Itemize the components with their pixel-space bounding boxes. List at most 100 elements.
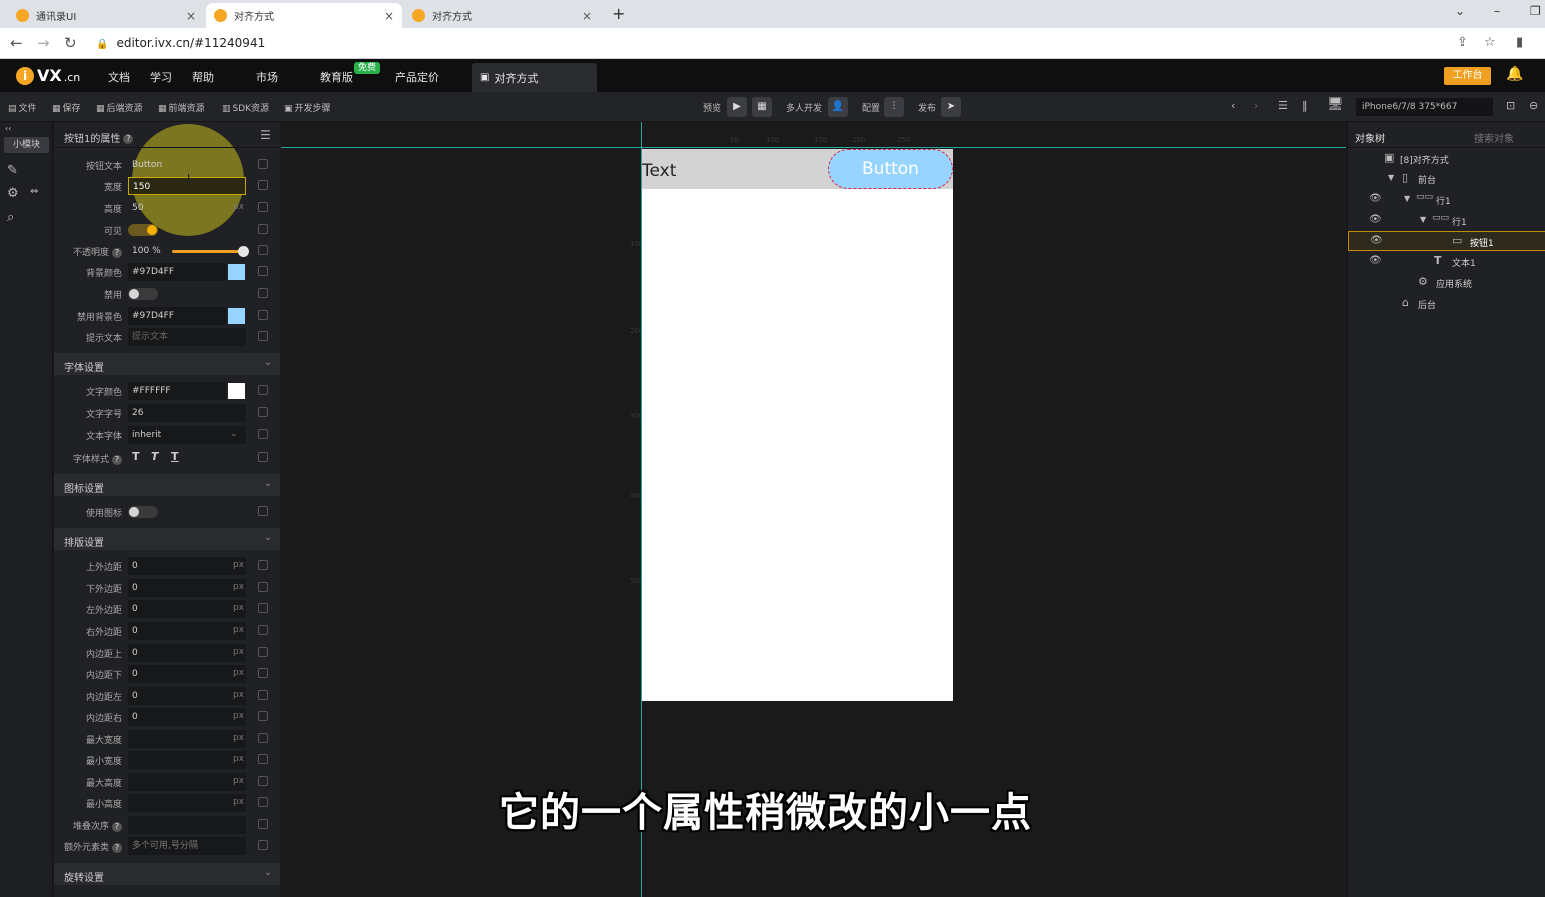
copy-icon[interactable]: [258, 711, 268, 721]
align-icon[interactable]: ☰: [1278, 99, 1288, 112]
copy-icon[interactable]: [258, 625, 268, 635]
copy-icon[interactable]: [258, 180, 268, 190]
close-icon[interactable]: ×: [384, 9, 394, 23]
menu-learn[interactable]: 学习: [150, 69, 172, 85]
text-element[interactable]: Text: [642, 161, 676, 181]
help-icon[interactable]: ?: [112, 842, 122, 853]
eye-icon[interactable]: 👁: [1369, 214, 1382, 225]
copy-icon[interactable]: [258, 266, 268, 276]
margin-left-input[interactable]: 0: [128, 600, 246, 618]
section-layout-settings[interactable]: 排版设置 ⌄: [54, 528, 280, 550]
copy-icon[interactable]: [258, 331, 268, 341]
copy-icon[interactable]: [258, 310, 268, 320]
font-family-select[interactable]: inherit: [128, 426, 246, 444]
italic-button[interactable]: T: [151, 450, 159, 463]
slider-handle[interactable]: [238, 246, 249, 257]
padding-left-input[interactable]: 0: [128, 687, 246, 705]
toolbar-save[interactable]: ▦ 保存: [52, 101, 81, 114]
eye-icon[interactable]: 👁: [1369, 255, 1382, 266]
margin-bottom-input[interactable]: 0: [128, 579, 246, 597]
copy-icon[interactable]: [258, 224, 268, 234]
section-rotate-settings[interactable]: 旋转设置 ⌄: [54, 863, 280, 885]
share-icon[interactable]: ⇪: [1457, 35, 1468, 50]
font-color-swatch[interactable]: [228, 383, 245, 399]
tree-item-row-inner[interactable]: 👁 ▼ ▭▭ 行1: [1348, 211, 1545, 231]
link-icon[interactable]: ⇔: [30, 186, 38, 197]
copy-icon[interactable]: [258, 159, 268, 169]
eye-icon[interactable]: 👁: [1370, 235, 1383, 246]
copy-icon[interactable]: [258, 754, 268, 764]
phone-frame[interactable]: Text Button: [642, 149, 953, 701]
bg-color-swatch[interactable]: [228, 264, 245, 280]
close-icon[interactable]: ×: [582, 9, 592, 23]
copy-icon[interactable]: [258, 560, 268, 570]
toolbar-sdk-resources[interactable]: ▥ SDK资源: [222, 101, 269, 114]
padding-bottom-input[interactable]: 0: [128, 665, 246, 683]
copy-icon[interactable]: [258, 245, 268, 255]
copy-icon[interactable]: [258, 452, 268, 462]
opacity-slider[interactable]: [172, 246, 249, 257]
button-element-selected[interactable]: Button: [828, 149, 953, 189]
copy-icon[interactable]: [258, 668, 268, 678]
fullscreen-icon[interactable]: ⊡: [1506, 99, 1515, 112]
section-font-settings[interactable]: 字体设置 ⌄: [54, 353, 280, 375]
device-select[interactable]: iPhone6/7/8 375*667: [1356, 98, 1493, 116]
copy-icon[interactable]: [258, 690, 268, 700]
copy-icon[interactable]: [258, 385, 268, 395]
copy-icon[interactable]: [258, 797, 268, 807]
stack-order-input[interactable]: [128, 816, 246, 834]
copy-icon[interactable]: [258, 202, 268, 212]
tree-item-page[interactable]: ▣ [8]对齐方式: [1348, 149, 1545, 169]
font-color-input[interactable]: #FFFFFF: [128, 382, 226, 400]
copy-icon[interactable]: [258, 733, 268, 743]
tree-item-text1[interactable]: 👁 T 文本1: [1348, 252, 1545, 272]
edit-icon[interactable]: ✎: [7, 163, 18, 178]
max-height-input[interactable]: [128, 773, 246, 791]
restore-icon[interactable]: ❐: [1530, 4, 1541, 18]
reload-icon[interactable]: ↻: [64, 34, 77, 52]
copy-icon[interactable]: [258, 506, 268, 516]
help-icon[interactable]: ?: [112, 821, 122, 832]
tree-item-app-system[interactable]: ⚙ 应用系统: [1348, 273, 1545, 293]
copy-icon[interactable]: [258, 407, 268, 417]
copy-icon[interactable]: [258, 288, 268, 298]
copy-icon[interactable]: [258, 840, 268, 850]
padding-right-input[interactable]: 0: [128, 708, 246, 726]
section-icon-settings[interactable]: 图标设置 ⌄: [54, 474, 280, 496]
browser-tab-alignment-active[interactable]: 对齐方式 ×: [206, 3, 402, 28]
caret-down-icon[interactable]: ▼: [1388, 173, 1394, 182]
use-icon-toggle[interactable]: [128, 506, 158, 518]
editor-canvas[interactable]: 50 100 150 200 250 100 200 300 400 500 T…: [281, 122, 1346, 897]
search-doc-icon[interactable]: ⌕: [7, 210, 14, 225]
browser-tab-alignment[interactable]: 对齐方式 ×: [404, 3, 600, 28]
copy-icon[interactable]: [258, 429, 268, 439]
caret-down-icon[interactable]: ▼: [1420, 215, 1426, 224]
min-width-input[interactable]: [128, 751, 246, 769]
bell-icon[interactable]: 🔔: [1506, 66, 1523, 82]
tab-search-objects[interactable]: 搜索对象: [1474, 130, 1514, 145]
eye-icon[interactable]: 👁: [1369, 193, 1382, 204]
help-icon[interactable]: ?: [112, 247, 122, 258]
minus-circle-icon[interactable]: ⊖: [1529, 99, 1538, 112]
send-icon[interactable]: ➤: [941, 97, 961, 117]
user-icon[interactable]: 👤: [828, 97, 848, 117]
star-icon[interactable]: ☆: [1484, 35, 1496, 50]
url-field[interactable]: 🔒 editor.ivx.cn/#11240941: [96, 36, 265, 50]
qr-preview-button[interactable]: ▦: [752, 97, 772, 117]
minimize-icon[interactable]: –: [1494, 4, 1500, 18]
copy-icon[interactable]: [258, 603, 268, 613]
menu-market[interactable]: 市场: [256, 69, 278, 85]
collapse-icon[interactable]: ‹‹: [5, 124, 11, 133]
help-icon[interactable]: ?: [123, 134, 134, 144]
sidebar-icon[interactable]: ▮: [1516, 35, 1523, 50]
underline-button[interactable]: T: [171, 450, 179, 463]
disabled-bg-swatch[interactable]: [228, 308, 245, 324]
copy-icon[interactable]: [258, 647, 268, 657]
copy-icon[interactable]: [258, 582, 268, 592]
margin-right-input[interactable]: 0: [128, 622, 246, 640]
opacity-input[interactable]: 100 %: [128, 242, 168, 260]
monitor-icon[interactable]: 🖥: [1327, 97, 1344, 112]
toolbar-frontend-resources[interactable]: ▦ 前端资源: [158, 101, 205, 114]
play-button[interactable]: ▶: [727, 97, 747, 117]
tree-item-frontend[interactable]: ▼ ▯ 前台: [1348, 169, 1545, 189]
